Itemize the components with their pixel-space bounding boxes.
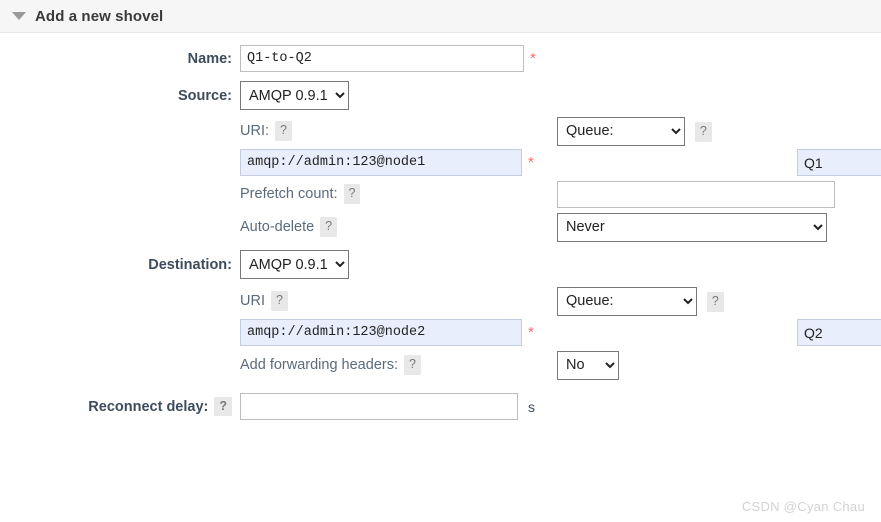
row-auto-delete: Auto-delete ? Never (0, 212, 881, 242)
label-reconnect-delay-group: Reconnect delay: ? (0, 396, 240, 417)
page-title: Add a new shovel (35, 7, 164, 25)
section-header[interactable]: Add a new shovel (0, 0, 881, 33)
destination-uri-required-marker: * (528, 324, 534, 341)
destination-uri-input[interactable] (240, 319, 522, 346)
destination-target-group: Queue: ? (557, 286, 724, 316)
source-target-group: Queue: ? (557, 116, 712, 146)
help-icon-destination-uri[interactable]: ? (270, 291, 288, 311)
shovel-form: Name: * Source: AMQP 0.9.1 URI: ? Queue: (0, 33, 881, 420)
name-input[interactable] (240, 45, 524, 72)
row-source-uri-input: * (0, 149, 881, 176)
row-destination-uri-input: * (0, 319, 881, 346)
help-icon-auto-delete[interactable]: ? (320, 217, 338, 237)
destination-target-select[interactable]: Queue: (557, 286, 697, 316)
row-source: Source: AMQP 0.9.1 (0, 81, 881, 110)
label-destination: Destination: (148, 256, 232, 273)
source-protocol-select[interactable]: AMQP 0.9.1 (240, 81, 349, 110)
label-name: Name: (187, 50, 232, 67)
name-required-marker: * (530, 50, 536, 67)
destination-queue-input[interactable] (797, 319, 881, 346)
label-source-uri: URI: ? (240, 121, 292, 141)
row-reconnect-delay: Reconnect delay: ? s (0, 393, 881, 420)
help-icon-source-uri[interactable]: ? (275, 121, 292, 141)
help-icon-reconnect-delay[interactable]: ? (214, 396, 232, 417)
row-forwarding-headers: Add forwarding headers: ? No (0, 350, 881, 380)
label-source: Source: (178, 87, 232, 104)
source-queue-input[interactable] (797, 149, 881, 176)
source-uri-input[interactable] (240, 149, 522, 176)
reconnect-delay-input[interactable] (240, 393, 518, 420)
destination-protocol-select[interactable]: AMQP 0.9.1 (240, 250, 349, 279)
row-destination-uri-label: URI ? Queue: ? (0, 286, 881, 316)
label-reconnect-delay: Reconnect delay: (88, 398, 209, 415)
row-destination: Destination: AMQP 0.9.1 (0, 250, 881, 279)
auto-delete-select[interactable]: Never (557, 212, 827, 242)
label-destination-uri: URI ? (240, 291, 288, 311)
source-target-select[interactable]: Queue: (557, 116, 685, 146)
label-prefetch-count: Prefetch count: ? (240, 184, 361, 204)
label-forwarding-headers: Add forwarding headers: ? (240, 355, 421, 375)
triangle-down-icon[interactable] (12, 12, 26, 20)
help-icon-forwarding-headers[interactable]: ? (404, 355, 421, 375)
help-icon-destination-target[interactable]: ? (706, 292, 724, 312)
label-auto-delete: Auto-delete ? (240, 217, 338, 237)
source-uri-required-marker: * (528, 154, 534, 171)
help-icon-prefetch-count[interactable]: ? (343, 184, 361, 204)
row-prefetch-count: Prefetch count: ? (0, 180, 881, 208)
prefetch-count-input[interactable] (557, 180, 835, 208)
reconnect-delay-unit: s (528, 398, 535, 415)
help-icon-source-target[interactable]: ? (694, 122, 712, 142)
row-name: Name: * (0, 45, 881, 72)
row-source-uri-label: URI: ? Queue: ? (0, 116, 881, 146)
forwarding-headers-select[interactable]: No (557, 350, 619, 380)
watermark: CSDN @Cyan Chau (741, 499, 865, 514)
